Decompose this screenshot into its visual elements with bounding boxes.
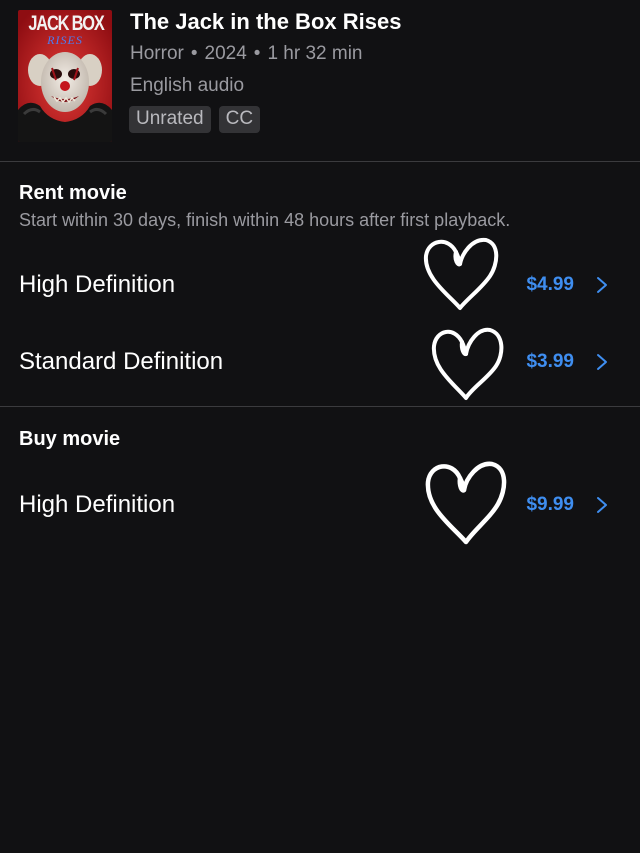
rent-option-hd[interactable]: High Definition $4.99: [0, 260, 640, 308]
rent-option-sd[interactable]: Standard Definition $3.99: [0, 337, 640, 385]
cc-badge: CC: [218, 106, 261, 133]
meta-separator: •: [253, 43, 261, 64]
poster-subtitle-text: RISES: [47, 33, 83, 47]
movie-audio: English audio: [130, 75, 245, 96]
movie-title: The Jack in the Box Rises: [130, 9, 402, 34]
rating-badge: Unrated: [129, 106, 211, 133]
buy-section-title: Buy movie: [19, 428, 121, 450]
option-price: $9.99: [526, 494, 574, 515]
chevron-right-icon: [597, 277, 607, 293]
movie-genre: Horror: [130, 43, 184, 64]
option-price: $4.99: [526, 274, 574, 295]
heart-doodle-icon: [431, 327, 504, 400]
movie-meta: Horror • 2024 • 1 hr 32 min: [130, 43, 362, 65]
section-divider: [0, 406, 640, 407]
heart-doodle-icon: [425, 461, 507, 545]
movie-header: JACK BOX RISES The Jack in the Box Rises…: [0, 0, 640, 160]
movie-poster: JACK BOX RISES: [18, 10, 112, 142]
section-divider: [0, 161, 640, 162]
heart-doodle-icon: [423, 237, 499, 310]
chevron-right-icon: [597, 354, 607, 370]
movie-duration: 1 hr 32 min: [267, 43, 363, 64]
buy-option-hd[interactable]: High Definition $9.99: [0, 480, 640, 528]
badge-list: Unrated CC: [129, 106, 261, 133]
rent-section-title: Rent movie: [19, 182, 127, 204]
option-price: $3.99: [526, 351, 574, 372]
chevron-right-icon: [597, 497, 607, 513]
meta-separator: •: [190, 43, 198, 64]
rent-section-subtitle: Start within 30 days, finish within 48 h…: [19, 210, 511, 230]
option-label: Standard Definition: [19, 348, 224, 375]
movie-year: 2024: [204, 43, 247, 64]
option-label: High Definition: [19, 271, 176, 298]
option-label: High Definition: [19, 491, 176, 518]
